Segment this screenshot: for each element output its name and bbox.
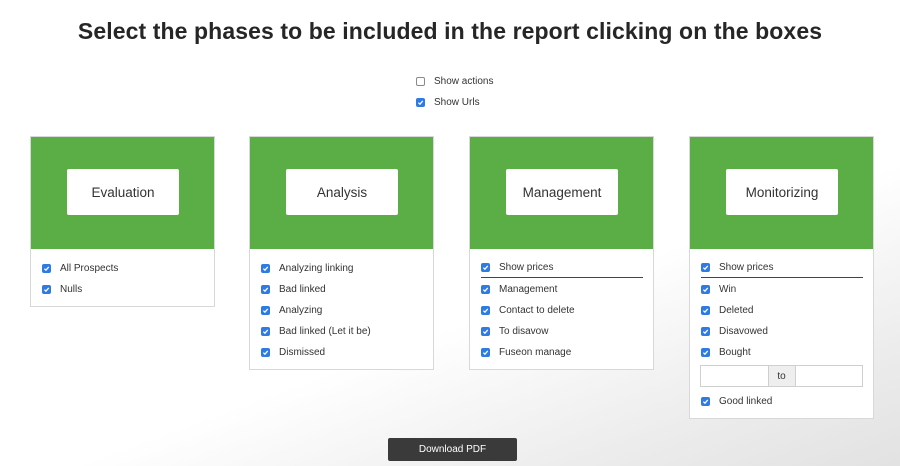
item-label: Show prices [719, 262, 774, 273]
show-prices-checkbox[interactable] [481, 263, 490, 272]
item-label: Contact to delete [499, 305, 575, 316]
item-label: Bought [719, 347, 751, 358]
phase-button-management[interactable]: Management [506, 169, 618, 215]
item-label: Management [499, 284, 558, 295]
card-analysis: Analysis Analyzing linking Bad linked An… [249, 136, 434, 370]
list-item[interactable]: Win [701, 279, 863, 300]
card-header: Analysis [250, 137, 433, 249]
list-item[interactable]: Bad linked (Let it be) [261, 321, 423, 342]
list-item[interactable]: Good linked [701, 391, 863, 412]
card-body: Analyzing linking Bad linked Analyzing B… [250, 249, 433, 369]
card-body: Show prices Management Contact to delete… [470, 249, 653, 369]
checkbox[interactable] [701, 285, 710, 294]
card-monitorizing: Monitorizing Show prices Win Deleted Dis… [689, 136, 874, 419]
option-show-actions[interactable]: Show actions [416, 76, 493, 87]
phase-button-analysis[interactable]: Analysis [286, 169, 398, 215]
item-label: Disavowed [719, 326, 768, 337]
show-prices-row[interactable]: Show prices [701, 258, 863, 278]
list-item[interactable]: All Prospects [42, 258, 204, 279]
item-label: All Prospects [60, 263, 119, 274]
show-urls-checkbox[interactable] [416, 98, 425, 107]
checkbox[interactable] [701, 306, 710, 315]
checkbox[interactable] [701, 348, 710, 357]
range-to-input[interactable] [795, 366, 862, 386]
item-label: Analyzing [279, 305, 323, 316]
list-item[interactable]: Analyzing [261, 300, 423, 321]
card-body: All Prospects Nulls [31, 249, 214, 306]
item-label: Nulls [60, 284, 83, 295]
item-label: Show prices [499, 262, 554, 273]
checkbox[interactable] [261, 285, 270, 294]
checkbox[interactable] [481, 327, 490, 336]
phase-button-monitorizing[interactable]: Monitorizing [726, 169, 838, 215]
list-item[interactable]: Nulls [42, 279, 204, 300]
item-label: To disavow [499, 326, 549, 337]
checkbox[interactable] [261, 327, 270, 336]
item-label: Analyzing linking [279, 263, 354, 274]
list-item[interactable]: Contact to delete [481, 300, 643, 321]
option-show-urls[interactable]: Show Urls [416, 97, 480, 108]
option-label: Show Urls [434, 97, 480, 108]
item-label: Good linked [719, 396, 773, 407]
list-item[interactable]: Dismissed [261, 342, 423, 363]
show-actions-checkbox[interactable] [416, 77, 425, 86]
checkbox[interactable] [261, 264, 270, 273]
card-evaluation: Evaluation All Prospects Nulls [30, 136, 215, 307]
checkbox[interactable] [42, 264, 51, 273]
item-label: Dismissed [279, 347, 326, 358]
card-header: Management [470, 137, 653, 249]
list-item[interactable]: Bought [701, 342, 863, 363]
list-item[interactable]: To disavow [481, 321, 643, 342]
list-item[interactable]: Fuseon manage [481, 342, 643, 363]
list-item[interactable]: Deleted [701, 300, 863, 321]
card-header: Evaluation [31, 137, 214, 249]
card-header: Monitorizing [690, 137, 873, 249]
checkbox[interactable] [481, 306, 490, 315]
price-range: to [700, 365, 863, 387]
list-item[interactable]: Disavowed [701, 321, 863, 342]
page-title: Select the phases to be included in the … [77, 18, 823, 44]
checkbox[interactable] [481, 348, 490, 357]
checkbox[interactable] [701, 397, 710, 406]
item-label: Fuseon manage [499, 347, 572, 358]
range-to-label: to [767, 366, 796, 386]
phase-button-evaluation[interactable]: Evaluation [67, 169, 179, 215]
item-label: Bad linked (Let it be) [279, 326, 371, 337]
range-from-input[interactable] [701, 366, 768, 386]
checkbox[interactable] [261, 306, 270, 315]
item-label: Win [719, 284, 737, 295]
checkbox[interactable] [42, 285, 51, 294]
item-label: Bad linked [279, 284, 326, 295]
checkbox[interactable] [261, 348, 270, 357]
list-item[interactable]: Bad linked [261, 279, 423, 300]
checkbox[interactable] [481, 285, 490, 294]
card-management: Management Show prices Management Contac… [469, 136, 654, 370]
card-body: Show prices Win Deleted Disavowed Bought… [690, 249, 873, 418]
show-prices-checkbox[interactable] [701, 263, 710, 272]
list-item[interactable]: Analyzing linking [261, 258, 423, 279]
option-label: Show actions [434, 76, 494, 87]
list-item[interactable]: Management [481, 279, 643, 300]
checkbox[interactable] [701, 327, 710, 336]
item-label: Deleted [719, 305, 754, 316]
download-pdf-button[interactable]: Download PDF [388, 438, 517, 461]
show-prices-row[interactable]: Show prices [481, 258, 643, 278]
